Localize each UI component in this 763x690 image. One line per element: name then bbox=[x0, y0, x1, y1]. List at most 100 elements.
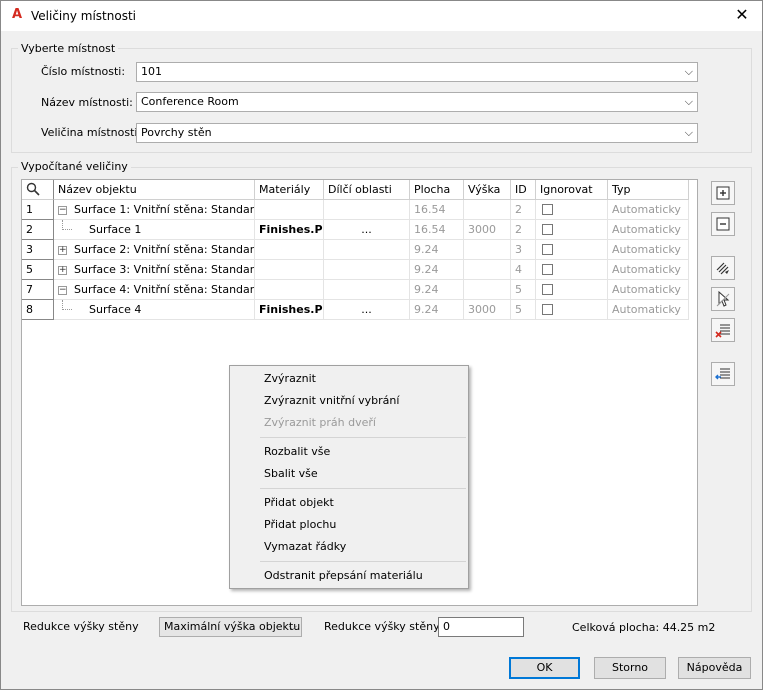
ignore-checkbox[interactable] bbox=[542, 224, 553, 235]
object-name: Surface 1 bbox=[89, 223, 142, 236]
id-cell[interactable]: 5 bbox=[511, 280, 536, 300]
ignore-checkbox[interactable] bbox=[542, 244, 553, 255]
sub-cell[interactable]: ... bbox=[324, 300, 410, 320]
wall-height-reduction-input[interactable]: 0 bbox=[438, 617, 524, 637]
chevron-down-icon: ⌵ bbox=[684, 126, 693, 139]
row-number[interactable]: 8 bbox=[22, 300, 54, 320]
expand-all-button[interactable] bbox=[711, 181, 735, 205]
menu-item-add-area[interactable]: Přidat plochu bbox=[264, 518, 336, 531]
type-cell[interactable]: Automaticky bbox=[608, 220, 689, 240]
menu-item-highlight-recess[interactable]: Zvýraznit vnitřní vybrání bbox=[264, 394, 399, 407]
menu-item-delete-rows[interactable]: Vymazat řádky bbox=[264, 540, 346, 553]
area-cell[interactable]: 9.24 bbox=[410, 300, 464, 320]
menu-item-expand-all[interactable]: Rozbalit vše bbox=[264, 445, 330, 458]
column-header-height[interactable]: Výška bbox=[464, 180, 511, 200]
ignore-checkbox[interactable] bbox=[542, 304, 553, 315]
id-cell[interactable]: 5 bbox=[511, 300, 536, 320]
add-object-button[interactable] bbox=[711, 287, 735, 311]
height-cell[interactable] bbox=[464, 280, 511, 300]
area-cell[interactable]: 16.54 bbox=[410, 200, 464, 220]
row-number[interactable]: 2 bbox=[22, 220, 54, 240]
id-cell[interactable]: 3 bbox=[511, 240, 536, 260]
ignore-checkbox[interactable] bbox=[542, 204, 553, 215]
id-cell[interactable]: 4 bbox=[511, 260, 536, 280]
id-cell[interactable]: 2 bbox=[511, 220, 536, 240]
ignore-cell[interactable] bbox=[536, 200, 608, 220]
row-number[interactable]: 5 bbox=[22, 260, 54, 280]
ignore-cell[interactable] bbox=[536, 300, 608, 320]
tree-collapse-icon[interactable]: − bbox=[58, 206, 67, 215]
ignore-checkbox[interactable] bbox=[542, 264, 553, 275]
column-header-id[interactable]: ID bbox=[511, 180, 536, 200]
row-number[interactable]: 3 bbox=[22, 240, 54, 260]
room-name-value: Conference Room bbox=[141, 95, 239, 108]
area-cell[interactable]: 9.24 bbox=[410, 240, 464, 260]
material-cell[interactable] bbox=[255, 260, 324, 280]
sub-cell[interactable] bbox=[324, 240, 410, 260]
column-header-name[interactable]: Název objektu bbox=[54, 180, 255, 200]
height-cell[interactable]: 3000 bbox=[464, 220, 511, 240]
type-cell[interactable]: Automaticky bbox=[608, 280, 689, 300]
sub-cell[interactable]: ... bbox=[324, 220, 410, 240]
object-name-cell[interactable]: + Surface 2: Vnitřní stěna: Standard bbox=[54, 240, 255, 260]
column-header-ignore[interactable]: Ignorovat bbox=[536, 180, 608, 200]
ignore-checkbox[interactable] bbox=[542, 284, 553, 295]
object-name-cell[interactable]: − Surface 1: Vnitřní stěna: Standard bbox=[54, 200, 255, 220]
ignore-cell[interactable] bbox=[536, 220, 608, 240]
sub-cell[interactable] bbox=[324, 200, 410, 220]
area-cell[interactable]: 9.24 bbox=[410, 280, 464, 300]
type-cell[interactable]: Automaticky bbox=[608, 260, 689, 280]
help-button[interactable]: Nápověda bbox=[678, 657, 751, 679]
room-number-combo[interactable]: 101 ⌵ bbox=[136, 62, 698, 82]
ignore-cell[interactable] bbox=[536, 260, 608, 280]
close-icon[interactable]: ✕ bbox=[732, 5, 752, 24]
room-quantity-combo[interactable]: Povrchy stěn ⌵ bbox=[136, 123, 698, 143]
menu-item-remove-material-override[interactable]: Odstranit přepsání materiálu bbox=[264, 569, 423, 582]
object-name-cell[interactable]: − Surface 4: Vnitřní stěna: Standard bbox=[54, 280, 255, 300]
cancel-button[interactable]: Storno bbox=[594, 657, 666, 679]
tree-expand-icon[interactable]: + bbox=[58, 266, 67, 275]
height-cell[interactable] bbox=[464, 240, 511, 260]
menu-item-highlight[interactable]: Zvýraznit bbox=[264, 372, 316, 385]
object-name-cell[interactable]: Surface 4 bbox=[54, 300, 255, 320]
object-name-cell[interactable]: Surface 1 bbox=[54, 220, 255, 240]
menu-item-add-object[interactable]: Přidat objekt bbox=[264, 496, 334, 509]
object-name-cell[interactable]: + Surface 3: Vnitřní stěna: Standard bbox=[54, 260, 255, 280]
column-header-materials[interactable]: Materiály bbox=[255, 180, 324, 200]
sub-cell[interactable] bbox=[324, 260, 410, 280]
type-cell[interactable]: Automaticky bbox=[608, 300, 689, 320]
row-number[interactable]: 1 bbox=[22, 200, 54, 220]
highlight-button[interactable] bbox=[711, 256, 735, 280]
material-cell[interactable] bbox=[255, 280, 324, 300]
ok-button[interactable]: OK bbox=[509, 657, 580, 679]
tree-collapse-icon[interactable]: − bbox=[58, 286, 67, 295]
column-header-type[interactable]: Typ bbox=[608, 180, 689, 200]
height-cell[interactable]: 3000 bbox=[464, 300, 511, 320]
column-header-subareas[interactable]: Dílčí oblasti bbox=[324, 180, 410, 200]
type-cell[interactable]: Automaticky bbox=[608, 200, 689, 220]
id-cell[interactable]: 2 bbox=[511, 200, 536, 220]
area-cell[interactable]: 16.54 bbox=[410, 220, 464, 240]
ignore-cell[interactable] bbox=[536, 240, 608, 260]
insert-rows-button[interactable] bbox=[711, 362, 735, 386]
room-name-combo[interactable]: Conference Room ⌵ bbox=[136, 92, 698, 112]
delete-rows-button[interactable] bbox=[711, 318, 735, 342]
grid-search-header[interactable] bbox=[22, 180, 54, 200]
row-number[interactable]: 7 bbox=[22, 280, 54, 300]
collapse-all-button[interactable] bbox=[711, 212, 735, 236]
autocad-a-icon: A bbox=[11, 7, 23, 22]
sub-cell[interactable] bbox=[324, 280, 410, 300]
menu-item-collapse-all[interactable]: Sbalit vše bbox=[264, 467, 318, 480]
wall-height-reduction-combo[interactable]: Maximální výška objektu ⌵ bbox=[159, 617, 302, 637]
material-cell[interactable]: Finishes.Pla bbox=[255, 300, 324, 320]
height-cell[interactable] bbox=[464, 200, 511, 220]
material-cell[interactable]: Finishes.Pla bbox=[255, 220, 324, 240]
ignore-cell[interactable] bbox=[536, 280, 608, 300]
height-cell[interactable] bbox=[464, 260, 511, 280]
material-cell[interactable] bbox=[255, 240, 324, 260]
area-cell[interactable]: 9.24 bbox=[410, 260, 464, 280]
column-header-area[interactable]: Plocha bbox=[410, 180, 464, 200]
material-cell[interactable] bbox=[255, 200, 324, 220]
tree-expand-icon[interactable]: + bbox=[58, 246, 67, 255]
type-cell[interactable]: Automaticky bbox=[608, 240, 689, 260]
